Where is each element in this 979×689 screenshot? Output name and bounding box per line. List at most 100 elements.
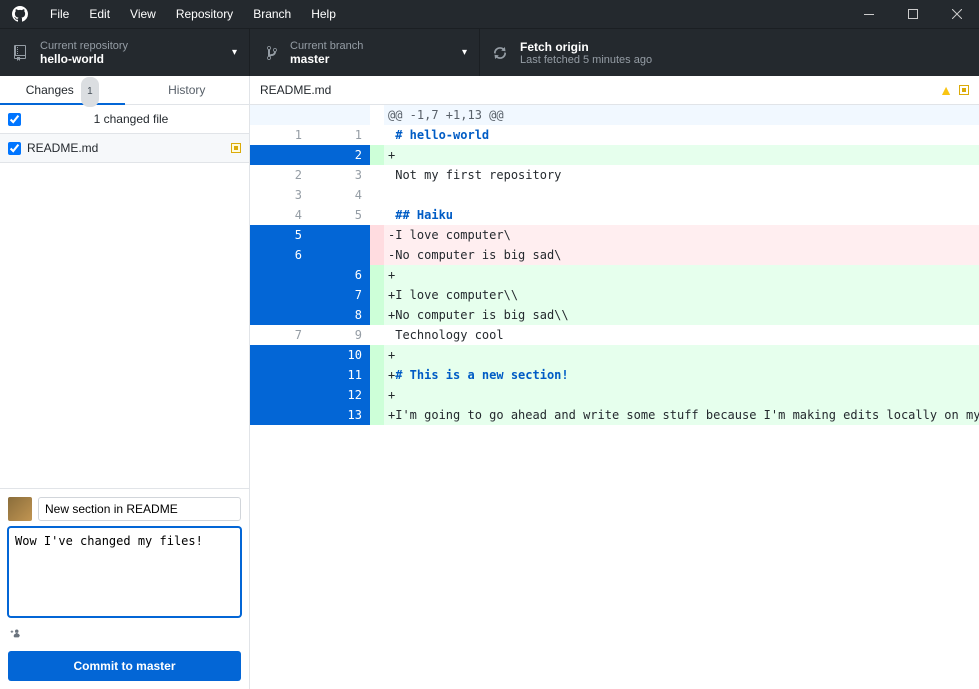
- menu-view[interactable]: View: [120, 1, 166, 27]
- diff-marker: [370, 185, 384, 205]
- diff-marker: [370, 285, 384, 305]
- diff-line-content: +# This is a new section!: [384, 365, 979, 385]
- menu-help[interactable]: Help: [301, 1, 346, 27]
- commit-description-input[interactable]: [8, 527, 241, 617]
- diff-line[interactable]: 2+: [250, 145, 979, 165]
- gutter-new: 5: [310, 205, 370, 225]
- diff-line-content: -I love computer\: [384, 225, 979, 245]
- menu-branch[interactable]: Branch: [243, 1, 301, 27]
- gutter-new: 1: [310, 125, 370, 145]
- changed-files-label: 1 changed file: [21, 112, 241, 126]
- branch-selector[interactable]: Current branch master ▾: [250, 29, 480, 76]
- diff-line[interactable]: 10+: [250, 345, 979, 365]
- branch-value: master: [290, 52, 462, 66]
- diff-line-content: Not my first repository: [384, 165, 979, 185]
- add-coauthors-icon[interactable]: [8, 626, 241, 643]
- file-checkbox[interactable]: [8, 142, 21, 155]
- diff-body[interactable]: @@ -1,7 +1,13 @@11 # hello-world2+23 Not…: [250, 105, 979, 425]
- diff-line-content: [384, 185, 979, 205]
- branch-label: Current branch: [290, 40, 462, 52]
- repo-value: hello-world: [40, 52, 232, 66]
- diff-line-content: +: [384, 145, 979, 165]
- commit-button-prefix: Commit to: [73, 659, 136, 673]
- fetch-status: Last fetched 5 minutes ago: [520, 54, 967, 66]
- window-controls: [847, 0, 979, 28]
- diff-line-content: -No computer is big sad\: [384, 245, 979, 265]
- repo-selector[interactable]: Current repository hello-world ▾: [0, 29, 250, 76]
- diff-line[interactable]: 11 # hello-world: [250, 125, 979, 145]
- diff-marker: [370, 205, 384, 225]
- diff-line[interactable]: 79 Technology cool: [250, 325, 979, 345]
- diff-line-content: +: [384, 385, 979, 405]
- diff-marker: [370, 265, 384, 285]
- gutter-old: [250, 405, 310, 425]
- close-button[interactable]: [935, 0, 979, 28]
- diff-line[interactable]: 6+: [250, 265, 979, 285]
- minimize-button[interactable]: [847, 0, 891, 28]
- select-all-checkbox[interactable]: [8, 113, 21, 126]
- diff-line-content: +I'm going to go ahead and write some st…: [384, 405, 979, 425]
- diff-line-content: Technology cool: [384, 325, 979, 345]
- diff-line[interactable]: 7+I love computer\\: [250, 285, 979, 305]
- sidebar: Changes 1 History 1 changed file README.…: [0, 76, 250, 689]
- diff-marker: [370, 305, 384, 325]
- diff-line-content: +: [384, 345, 979, 365]
- commit-form: Commit to master: [0, 488, 249, 689]
- diff-line[interactable]: 6 -No computer is big sad\: [250, 245, 979, 265]
- gutter-old: [250, 265, 310, 285]
- gutter-new: 12: [310, 385, 370, 405]
- fetch-button[interactable]: Fetch origin Last fetched 5 minutes ago: [480, 29, 979, 76]
- maximize-button[interactable]: [891, 0, 935, 28]
- diff-line[interactable]: 45 ## Haiku: [250, 205, 979, 225]
- file-name: README.md: [27, 141, 231, 155]
- gutter-new: [310, 105, 370, 125]
- avatar: [8, 497, 32, 521]
- diff-line[interactable]: 11 +# This is a new section!: [250, 365, 979, 385]
- modified-icon: [959, 85, 969, 95]
- gutter-old: 6: [250, 245, 310, 265]
- gutter-new: 9: [310, 325, 370, 345]
- gutter-old: 7: [250, 325, 310, 345]
- gutter-new: 13: [310, 405, 370, 425]
- fetch-label: Fetch origin: [520, 40, 967, 54]
- gutter-old: [250, 365, 310, 385]
- diff-marker: [370, 105, 384, 125]
- gutter-new: 11: [310, 365, 370, 385]
- app-menu: File Edit View Repository Branch Help: [40, 1, 847, 27]
- file-list-item[interactable]: README.md: [0, 134, 249, 163]
- gutter-old: 1: [250, 125, 310, 145]
- menu-file[interactable]: File: [40, 1, 79, 27]
- diff-marker: [370, 245, 384, 265]
- gutter-new: 6: [310, 265, 370, 285]
- gutter-new: [310, 225, 370, 245]
- gutter-new: 4: [310, 185, 370, 205]
- diff-line-content: +I love computer\\: [384, 285, 979, 305]
- commit-button-branch: master: [136, 659, 175, 673]
- tab-history[interactable]: History: [125, 76, 250, 105]
- commit-summary-input[interactable]: [38, 497, 241, 521]
- diff-marker: [370, 405, 384, 425]
- diff-marker: [370, 385, 384, 405]
- commit-button[interactable]: Commit to master: [8, 651, 241, 681]
- gutter-old: [250, 305, 310, 325]
- gutter-old: [250, 345, 310, 365]
- tab-changes[interactable]: Changes 1: [0, 76, 125, 105]
- diff-line[interactable]: 34: [250, 185, 979, 205]
- menu-repository[interactable]: Repository: [166, 1, 243, 27]
- chevron-down-icon: ▾: [462, 47, 467, 58]
- tab-changes-label: Changes: [26, 83, 74, 97]
- diff-marker: [370, 345, 384, 365]
- menu-edit[interactable]: Edit: [79, 1, 120, 27]
- diff-line-content: # hello-world: [384, 125, 979, 145]
- diff-line[interactable]: 23 Not my first repository: [250, 165, 979, 185]
- diff-line[interactable]: 5-I love computer\: [250, 225, 979, 245]
- diff-line[interactable]: @@ -1,7 +1,13 @@: [250, 105, 979, 125]
- diff-header: README.md ▲: [250, 76, 979, 105]
- modified-icon: [231, 143, 241, 153]
- diff-marker: [370, 225, 384, 245]
- diff-line[interactable]: 13 +I'm going to go ahead and write some …: [250, 405, 979, 425]
- diff-filename: README.md: [260, 83, 939, 97]
- diff-line-content: +: [384, 265, 979, 285]
- diff-line[interactable]: 8+No computer is big sad\\: [250, 305, 979, 325]
- diff-line[interactable]: 12 +: [250, 385, 979, 405]
